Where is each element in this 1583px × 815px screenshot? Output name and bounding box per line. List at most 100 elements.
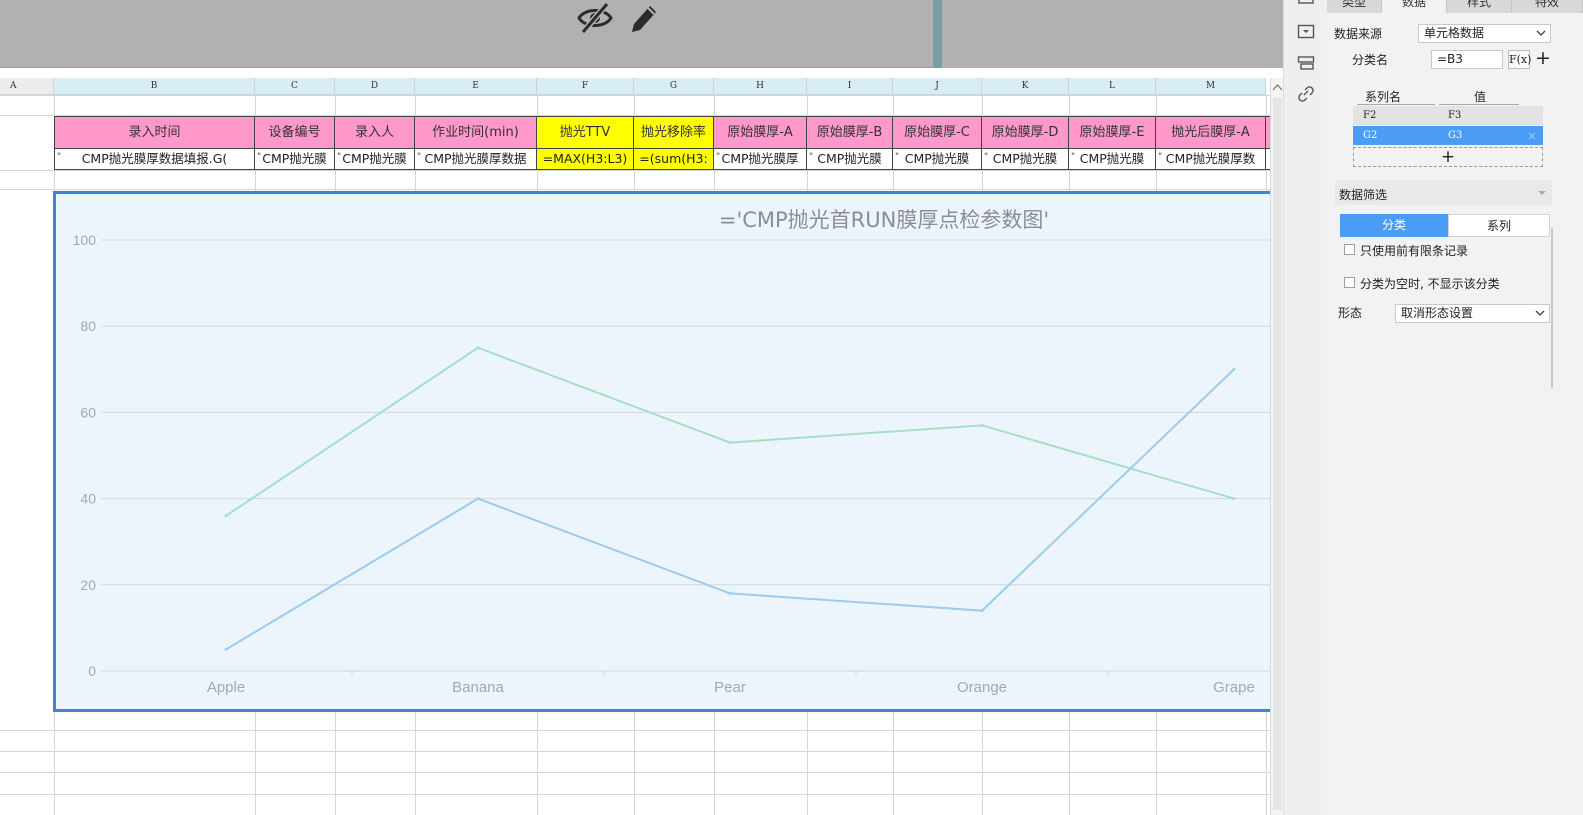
eye-off-icon[interactable] — [575, 0, 615, 36]
data-source-select[interactable]: 单元格数据 — [1418, 24, 1551, 43]
filter-tab-category[interactable]: 分类 — [1340, 214, 1448, 237]
panel-scrollbar[interactable] — [1551, 228, 1553, 388]
grid-line — [0, 730, 1270, 731]
series-row-name: G2 — [1363, 130, 1378, 141]
tab-data[interactable]: 数据 — [1382, 0, 1447, 13]
add-category-button[interactable]: + — [1533, 48, 1553, 68]
data-cell-b[interactable]: " CMP抛光膜厚数据填报.G( — [54, 149, 255, 170]
tab-effects[interactable]: 特效 — [1512, 0, 1583, 13]
link-icon[interactable] — [1297, 86, 1315, 102]
chart-property-panel: 类型 数据 样式 特效 数据来源 单元格数据 分类名 =B3 F(x) + 系列… — [1327, 0, 1583, 815]
data-source-icon[interactable] — [1297, 24, 1315, 40]
filter-tab-series[interactable]: 系列 — [1448, 214, 1550, 237]
grid-line — [0, 189, 1270, 190]
formula-button[interactable]: F(x) — [1508, 50, 1531, 69]
scrollbar-thumb[interactable] — [1273, 98, 1282, 810]
chart-toolbar — [0, 0, 1283, 68]
data-cell-l[interactable]: " CMP抛光膜 — [1069, 149, 1156, 170]
column-header-g[interactable]: G — [634, 78, 714, 95]
column-header-e[interactable]: E — [415, 78, 537, 95]
limit-records-label: 只使用前有限条记录 — [1360, 244, 1469, 258]
column-header-j[interactable]: J — [893, 78, 982, 95]
data-cell-k[interactable]: " CMP抛光膜 — [982, 149, 1069, 170]
series-point-2 — [476, 497, 480, 501]
column-header-b[interactable]: B — [54, 78, 255, 95]
form-select[interactable]: 取消形态设置 — [1395, 304, 1550, 323]
header-cell-b[interactable]: 录入时间 — [54, 116, 255, 149]
header-cell-h[interactable]: 原始膜厚-A — [714, 116, 807, 149]
data-cell-i[interactable]: " CMP抛光膜 — [807, 149, 893, 170]
data-cell-j[interactable]: " CMP抛光膜 — [893, 149, 982, 170]
grid-line — [0, 751, 1270, 752]
data-source-label: 数据来源 — [1334, 27, 1383, 41]
category-input[interactable]: =B3 — [1431, 50, 1503, 69]
column-header-h[interactable]: H — [714, 78, 807, 95]
x-tick-label: Banana — [452, 679, 504, 696]
data-cell-f[interactable]: =MAX(H3:L3) — [537, 149, 634, 170]
spreadsheet-grid[interactable]: A B C D E F G H I J K L M 录入时间 设备编号 录入人 … — [0, 68, 1270, 815]
cell-mark: " — [984, 152, 989, 162]
filter-section-header[interactable]: 数据筛选 — [1335, 180, 1552, 205]
series-row-name: F2 — [1363, 110, 1377, 121]
header-cell-d[interactable]: 录入人 — [335, 116, 415, 149]
cell-mark: " — [1071, 152, 1076, 162]
line-chart[interactable]: 0 20 40 60 80 100 Apple Banana Pear Orange Grape ='… — [53, 191, 1270, 712]
header-cell-f[interactable]: 抛光TTV — [537, 116, 634, 149]
data-source-value: 单元格数据 — [1424, 26, 1485, 40]
cell-mark: " — [809, 152, 814, 162]
data-cell-m[interactable]: " CMP抛光膜厚数 — [1156, 149, 1266, 170]
cell-mark: " — [1158, 152, 1163, 162]
pencil-icon[interactable] — [626, 0, 666, 36]
series-row-value: G3 — [1448, 130, 1463, 141]
header-cell-m[interactable]: 抛光后膜厚-A — [1156, 116, 1266, 149]
column-header-a[interactable]: A — [0, 78, 54, 95]
column-header-m[interactable]: M — [1156, 78, 1266, 95]
column-header-f[interactable]: F — [537, 78, 634, 95]
data-cell-g[interactable]: =(sum(H3: — [634, 149, 714, 170]
sheet-vertical-scrollbar[interactable] — [1270, 78, 1283, 815]
column-header-i[interactable]: I — [807, 78, 893, 95]
y-tick-label: 60 — [80, 404, 96, 420]
series-row[interactable]: F2 F3 — [1353, 106, 1543, 125]
filter-label: 数据筛选 — [1339, 188, 1388, 202]
limit-records-checkbox[interactable] — [1344, 244, 1355, 255]
series-point-2 — [728, 591, 732, 595]
series-point-2 — [980, 609, 984, 613]
data-cell-text: CMP抛光膜 — [992, 151, 1058, 166]
tab-style[interactable]: 样式 — [1447, 0, 1512, 13]
tab-type[interactable]: 类型 — [1327, 0, 1382, 13]
header-cell-l[interactable]: 原始膜厚-E — [1069, 116, 1156, 149]
close-icon[interactable] — [1527, 131, 1537, 141]
y-tick-label: 40 — [80, 491, 96, 507]
add-series-button[interactable]: + — [1353, 147, 1543, 167]
data-cell-text: CMP抛光膜 — [1079, 151, 1145, 166]
x-tick-label: Orange — [957, 679, 1007, 696]
header-cell-g[interactable]: 抛光移除率 — [634, 116, 714, 149]
style-icon[interactable] — [1297, 55, 1315, 71]
data-cell-c[interactable]: " CMP抛光膜 — [255, 149, 335, 170]
data-cell-h[interactable]: " CMP抛光膜厚 — [714, 149, 807, 170]
data-cell-e[interactable]: " CMP抛光膜厚数据 — [415, 149, 537, 170]
x-tick-label: Grape — [1213, 679, 1255, 696]
header-cell-e[interactable]: 作业时间(min) — [415, 116, 537, 149]
series-point-1 — [1232, 497, 1236, 501]
chart-type-icon[interactable] — [1297, 0, 1315, 10]
series-name-header: 系列名 — [1365, 90, 1402, 104]
header-cell-i[interactable]: 原始膜厚-B — [807, 116, 893, 149]
header-cell-c[interactable]: 设备编号 — [255, 116, 335, 149]
header-underline — [1357, 104, 1435, 105]
header-underline — [1439, 104, 1519, 105]
y-tick-label: 20 — [80, 577, 96, 593]
hide-empty-category-checkbox[interactable] — [1344, 277, 1355, 288]
category-label: 分类名 — [1352, 53, 1389, 67]
column-header-l[interactable]: L — [1069, 78, 1156, 95]
chevron-down-icon — [1536, 30, 1546, 36]
column-header-d[interactable]: D — [335, 78, 415, 95]
column-header-c[interactable]: C — [255, 78, 335, 95]
header-cell-k[interactable]: 原始膜厚-D — [982, 116, 1069, 149]
series-row-selected[interactable]: G2 G3 — [1353, 126, 1543, 145]
header-cell-j[interactable]: 原始膜厚-C — [893, 116, 982, 149]
data-cell-text: CMP抛光膜 — [817, 151, 882, 166]
data-cell-d[interactable]: " CMP抛光膜 — [335, 149, 415, 170]
column-header-k[interactable]: K — [982, 78, 1069, 95]
